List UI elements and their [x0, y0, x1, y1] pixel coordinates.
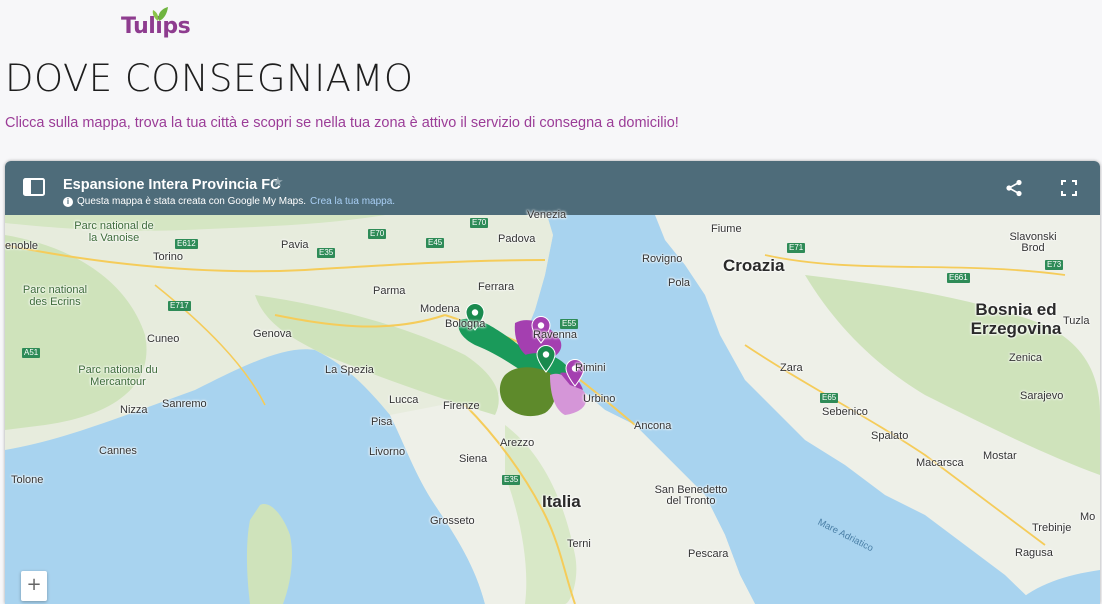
label-city: Cuneo — [147, 333, 180, 345]
label-city: San Benedetto del Tronto — [654, 484, 728, 507]
road-shield: E45 — [426, 238, 445, 248]
label-city: Pavia — [281, 239, 309, 251]
label-city: Ravenna — [533, 329, 578, 341]
share-icon[interactable] — [1005, 179, 1023, 197]
road-shield: E71 — [787, 243, 806, 253]
label-croazia: Croazia — [723, 256, 785, 275]
label-park-ecrins: Parc national des Ecrins — [22, 284, 88, 308]
label-city: Tuzla — [1063, 315, 1090, 327]
page-title: DOVE CONSEGNIAMO — [5, 57, 414, 100]
road-shield: E55 — [560, 319, 579, 329]
leaf-icon — [152, 7, 168, 21]
label-city: Padova — [498, 233, 536, 245]
label-city: Modena — [420, 303, 460, 315]
label-city: Zara — [780, 362, 803, 374]
page-subtitle: Clicca sulla mappa, trova la tua città e… — [5, 115, 679, 131]
label-park-mercantour: Parc national du Mercantour — [78, 364, 158, 388]
label-city: Parma — [373, 285, 406, 297]
label-city: Terni — [567, 538, 591, 550]
star-icon[interactable]: ★ — [272, 174, 284, 190]
label-city: Arezzo — [500, 437, 535, 449]
label-city: La Spezia — [325, 364, 374, 376]
map-header: Espansione Intera Provincia FC ★ i Quest… — [5, 161, 1100, 215]
road-shield: E35 — [317, 248, 336, 258]
label-city: Rimini — [575, 362, 606, 374]
label-city: Fiume — [711, 223, 742, 235]
label-city: Tolone — [11, 474, 44, 486]
label-city: Rovigno — [642, 253, 683, 265]
label-city: Pisa — [371, 416, 393, 428]
road-shield: E717 — [168, 301, 191, 311]
label-city: Sebenico — [822, 406, 868, 418]
label-city: Pola — [668, 277, 691, 289]
label-city: Genova — [253, 328, 292, 340]
label-city: Ragusa — [1015, 547, 1053, 559]
label-city: Urbino — [583, 393, 616, 405]
map-canvas[interactable]: Croazia Bosnia ed Erzegovina Italia Parc… — [5, 209, 1100, 604]
label-city: Venezia — [527, 209, 567, 221]
road-shield: E70 — [470, 218, 489, 228]
label-city: Ancona — [634, 420, 672, 432]
label-city: enoble — [5, 240, 39, 252]
road-shield: E661 — [947, 273, 970, 283]
info-icon: i — [63, 196, 73, 207]
zoom-in-button[interactable]: + — [21, 571, 47, 601]
label-city: Lucca — [389, 394, 419, 406]
label-city: Livorno — [369, 446, 406, 458]
map-title[interactable]: Espansione Intera Provincia FC — [63, 177, 281, 193]
label-city: Firenze — [443, 400, 480, 412]
fullscreen-icon[interactable] — [1061, 180, 1077, 196]
label-city: Zenica — [1009, 352, 1043, 364]
label-city: Slavonski Brod — [1009, 231, 1057, 254]
credit-text: Questa mappa è stata creata con Google M… — [77, 196, 307, 207]
label-city: Mostar — [983, 450, 1017, 462]
label-city: Siena — [459, 453, 488, 465]
label-city: Ferrara — [478, 281, 515, 293]
map-credit: i Questa mappa è stata creata con Google… — [63, 196, 395, 207]
label-city: Sanremo — [162, 398, 207, 410]
road-shield: E35 — [502, 475, 521, 485]
road-shield: E73 — [1045, 260, 1064, 270]
road-shield: E65 — [820, 393, 839, 403]
label-city: Cannes — [99, 445, 137, 457]
label-city: Sarajevo — [1020, 390, 1064, 402]
label-city: Spalato — [871, 430, 909, 442]
sidebar-toggle-icon[interactable] — [23, 178, 45, 196]
label-italia: Italia — [542, 492, 581, 511]
label-city: Macarsca — [916, 457, 964, 469]
road-shield: A51 — [22, 348, 41, 358]
label-park-vanoise: Parc national de la Vanoise — [74, 220, 154, 244]
label-city: Nizza — [120, 404, 148, 416]
label-city: Bologna — [445, 318, 486, 330]
marker-forli[interactable] — [536, 345, 556, 373]
create-map-link[interactable]: Crea la tua mappa. — [310, 196, 395, 207]
label-city: Torino — [153, 251, 183, 263]
tulips-logo[interactable]: Tulips — [121, 7, 191, 39]
label-city: Mo — [1080, 511, 1096, 523]
road-shield: E70 — [368, 229, 387, 239]
label-bosnia: Bosnia ed Erzegovina — [970, 300, 1062, 338]
road-shield: E612 — [175, 239, 198, 249]
embedded-map: Espansione Intera Provincia FC ★ i Quest… — [5, 161, 1100, 604]
label-city: Pescara — [688, 548, 729, 560]
label-city: Trebinje — [1032, 522, 1072, 534]
label-city: Grosseto — [430, 515, 475, 527]
